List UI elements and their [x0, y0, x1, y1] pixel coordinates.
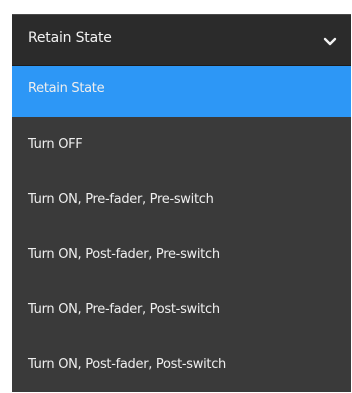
option-label: Turn OFF: [28, 137, 83, 152]
option-label: Turn ON, Post-fader, Pre-switch: [28, 247, 220, 262]
option-turn-on-post-fader-pre-switch[interactable]: Turn ON, Post-fader, Pre-switch: [12, 232, 351, 283]
option-turn-off[interactable]: Turn OFF: [12, 122, 351, 173]
option-label: Retain State: [28, 81, 105, 96]
options-menu: Retain State Turn OFF Turn ON, Pre-fader…: [12, 66, 351, 392]
option-label: Turn ON, Pre-fader, Post-switch: [28, 302, 220, 317]
chevron-down-icon[interactable]: [323, 33, 337, 46]
option-turn-on-post-fader-post-switch[interactable]: Turn ON, Post-fader, Post-switch: [12, 342, 351, 393]
state-select[interactable]: Retain State: [12, 14, 351, 66]
option-retain-state[interactable]: Retain State: [12, 66, 351, 117]
option-label: Turn ON, Post-fader, Post-switch: [28, 357, 227, 372]
option-label: Turn ON, Pre-fader, Pre-switch: [28, 192, 214, 207]
select-value: Retain State: [28, 30, 112, 46]
state-dropdown: Retain State Retain State Turn OFF Turn …: [12, 0, 351, 392]
option-turn-on-pre-fader-pre-switch[interactable]: Turn ON, Pre-fader, Pre-switch: [12, 177, 351, 228]
option-turn-on-pre-fader-post-switch[interactable]: Turn ON, Pre-fader, Post-switch: [12, 287, 351, 338]
